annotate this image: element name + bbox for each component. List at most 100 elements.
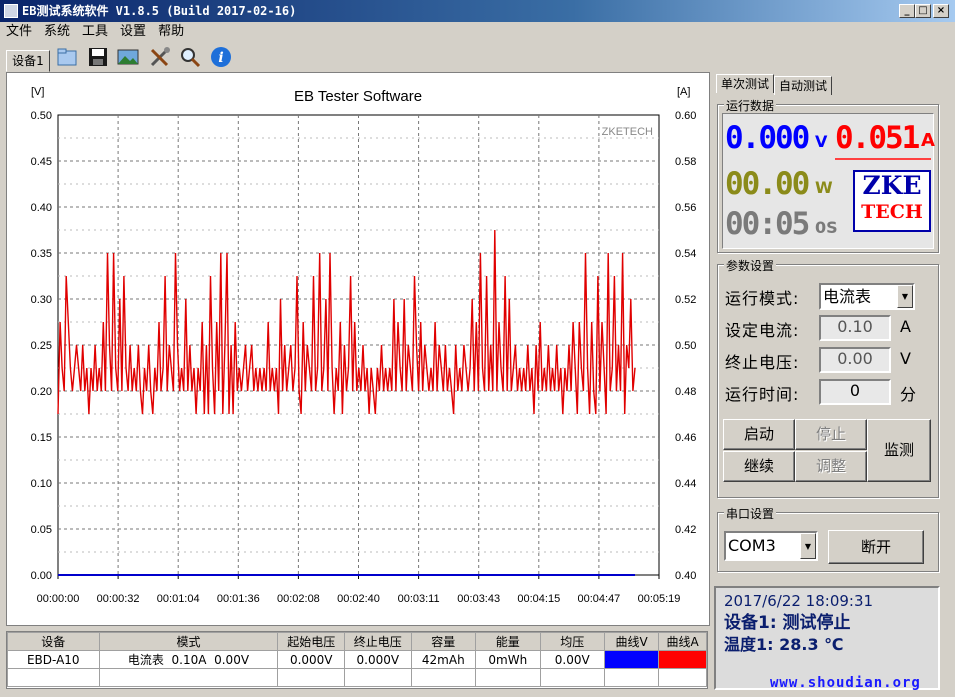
svg-text:i: i — [218, 50, 223, 66]
menu-system[interactable]: 系统 — [38, 22, 76, 42]
menu-settings[interactable]: 设置 — [114, 22, 152, 42]
col-capacity: 容量 — [410, 632, 477, 651]
chevron-down-icon[interactable]: ▼ — [800, 533, 816, 559]
y-tick-right: 0.52 — [675, 294, 696, 306]
results-table: 设备 模式 起始电压 终止电压 容量 能量 均压 曲线V 曲线A EBD-A10… — [6, 631, 708, 689]
tools-icon[interactable] — [148, 45, 172, 69]
open-folder-icon[interactable] — [55, 45, 79, 69]
cell-capacity: 42mAh — [410, 650, 477, 669]
set-current-label: 设定电流: — [725, 321, 800, 340]
y-tick-right: 0.40 — [675, 570, 696, 582]
power-unit: W — [815, 178, 833, 197]
tab-single-test[interactable]: 单次测试 — [716, 74, 775, 93]
y-tick-right: 0.58 — [675, 156, 696, 168]
stop-voltage-field[interactable]: 0.00 — [819, 347, 891, 373]
tab-device1[interactable]: 设备1 — [6, 50, 50, 72]
mode-label: 运行模式: — [725, 289, 800, 308]
serial-title: 串口设置 — [724, 505, 777, 522]
y-tick-left: 0.40 — [31, 202, 52, 214]
x-tick-label: 00:03:11 — [398, 593, 440, 605]
chevron-down-icon[interactable]: ▼ — [897, 285, 913, 308]
com-port-value: COM3 — [728, 536, 776, 555]
cell-curve-v-color[interactable] — [604, 650, 660, 669]
run-data-title: 运行数据 — [724, 97, 777, 114]
stop-voltage-label: 终止电压: — [725, 353, 800, 372]
current-unit: A — [921, 130, 935, 151]
y-tick-right: 0.60 — [675, 110, 696, 122]
y-tick-right: 0.44 — [675, 478, 696, 490]
table-row[interactable]: EBD-A10 电流表 0.10A 0.00V 0.000V 0.000V 42… — [7, 650, 707, 669]
menu-tools[interactable]: 工具 — [76, 22, 114, 42]
current-underline — [835, 158, 931, 160]
power-readout: 00.00 — [725, 166, 810, 202]
monitor-button[interactable]: 监测 — [867, 419, 931, 482]
continue-button[interactable]: 继续 — [723, 451, 795, 482]
zketech-logo: ZKE TECH — [853, 170, 931, 232]
maximize-button[interactable]: □ — [915, 4, 931, 18]
x-tick-label: 00:00:32 — [97, 593, 140, 605]
tab-auto-test[interactable]: 自动测试 — [774, 76, 833, 95]
start-button[interactable]: 启动 — [723, 419, 795, 450]
y-tick-left: 0.35 — [31, 248, 52, 260]
stop-button[interactable]: 停止 — [795, 419, 867, 450]
cell-avg-voltage: 0.00V — [539, 650, 606, 669]
y-tick-right: 0.54 — [675, 248, 696, 260]
y-axis-left-label: [V] — [31, 86, 44, 98]
magnifier-icon[interactable] — [178, 45, 202, 69]
y-axis-right-label: [A] — [677, 86, 690, 98]
run-time-field[interactable]: 0 — [819, 379, 891, 405]
x-tick-label: 00:05:19 — [638, 593, 681, 605]
col-energy: 能量 — [475, 632, 541, 651]
chart-title: EB Tester Software — [294, 88, 422, 105]
set-current-unit: A — [900, 317, 912, 336]
params-group: 参数设置 运行模式: 电流表 ▼ 设定电流: 0.10 A 终止电压: 0.00… — [717, 257, 939, 498]
col-mode: 模式 — [98, 632, 279, 651]
mode-select[interactable]: 电流表 ▼ — [819, 283, 915, 310]
table-header-row: 设备 模式 起始电压 终止电压 容量 能量 均压 曲线V 曲线A — [7, 632, 707, 651]
x-tick-label: 00:02:40 — [337, 593, 380, 605]
menu-help[interactable]: 帮助 — [152, 22, 190, 42]
line-chart: EB Tester Software [V] [A] ZKETECH 0.50 0… — [31, 86, 697, 605]
run-time-unit: 分 — [900, 385, 918, 404]
cell-energy: 0mWh — [475, 650, 541, 669]
chart-panel: EB Tester Software [V] [A] ZKETECH 0.50 0… — [6, 72, 710, 626]
save-icon[interactable] — [86, 45, 110, 69]
cell-mode: 电流表 0.10A 0.00V — [98, 650, 279, 669]
voltage-unit: V — [815, 132, 828, 151]
adjust-button[interactable]: 调整 — [795, 451, 867, 482]
disconnect-button[interactable]: 断开 — [828, 530, 924, 564]
cell-device: EBD-A10 — [7, 650, 100, 669]
y-tick-left: 0.25 — [31, 340, 52, 352]
minimize-button[interactable]: _ — [899, 4, 915, 18]
close-button[interactable]: × — [933, 4, 949, 18]
title-bar: EB测试系统软件 V1.8.5 (Build 2017-02-16) — [0, 0, 955, 22]
col-start-voltage: 起始电压 — [277, 632, 345, 651]
info-icon[interactable]: i — [209, 45, 233, 69]
cell-start-voltage: 0.000V — [277, 650, 345, 669]
y-tick-right: 0.48 — [675, 386, 696, 398]
com-port-select[interactable]: COM3 ▼ — [724, 531, 818, 561]
picture-icon[interactable] — [116, 45, 140, 69]
y-tick-left: 0.10 — [31, 478, 52, 490]
col-device: 设备 — [7, 632, 100, 651]
params-title: 参数设置 — [724, 257, 777, 274]
window-title: EB测试系统软件 V1.8.5 (Build 2017-02-16) — [22, 4, 297, 18]
x-tick-label: 00:01:36 — [217, 593, 260, 605]
set-current-field[interactable]: 0.10 — [819, 315, 891, 341]
mode-value: 电流表 — [823, 287, 872, 306]
stop-voltage-unit: V — [900, 349, 912, 368]
time-readout: 00:05 — [725, 206, 810, 242]
voltage-readout: 0.000 — [725, 120, 810, 156]
table-row-empty — [7, 668, 707, 687]
y-tick-right: 0.56 — [675, 202, 696, 214]
status-datetime: 2017/6/22 18:09:31 — [724, 592, 874, 610]
x-tick-label: 00:01:04 — [157, 593, 200, 605]
display-panel: 0.000 V 0.051 A 00.00 W 00:05 0S ZKE TEC… — [722, 113, 935, 249]
cell-curve-a-color[interactable] — [658, 650, 707, 669]
col-avg-voltage: 均压 — [539, 632, 606, 651]
menu-file[interactable]: 文件 — [0, 22, 38, 42]
cell-stop-voltage: 0.000V — [344, 650, 412, 669]
menu-bar: 文件 系统 工具 设置 帮助 — [0, 22, 955, 42]
chart-watermark: ZKETECH — [602, 126, 653, 138]
y-tick-left: 0.20 — [31, 386, 52, 398]
